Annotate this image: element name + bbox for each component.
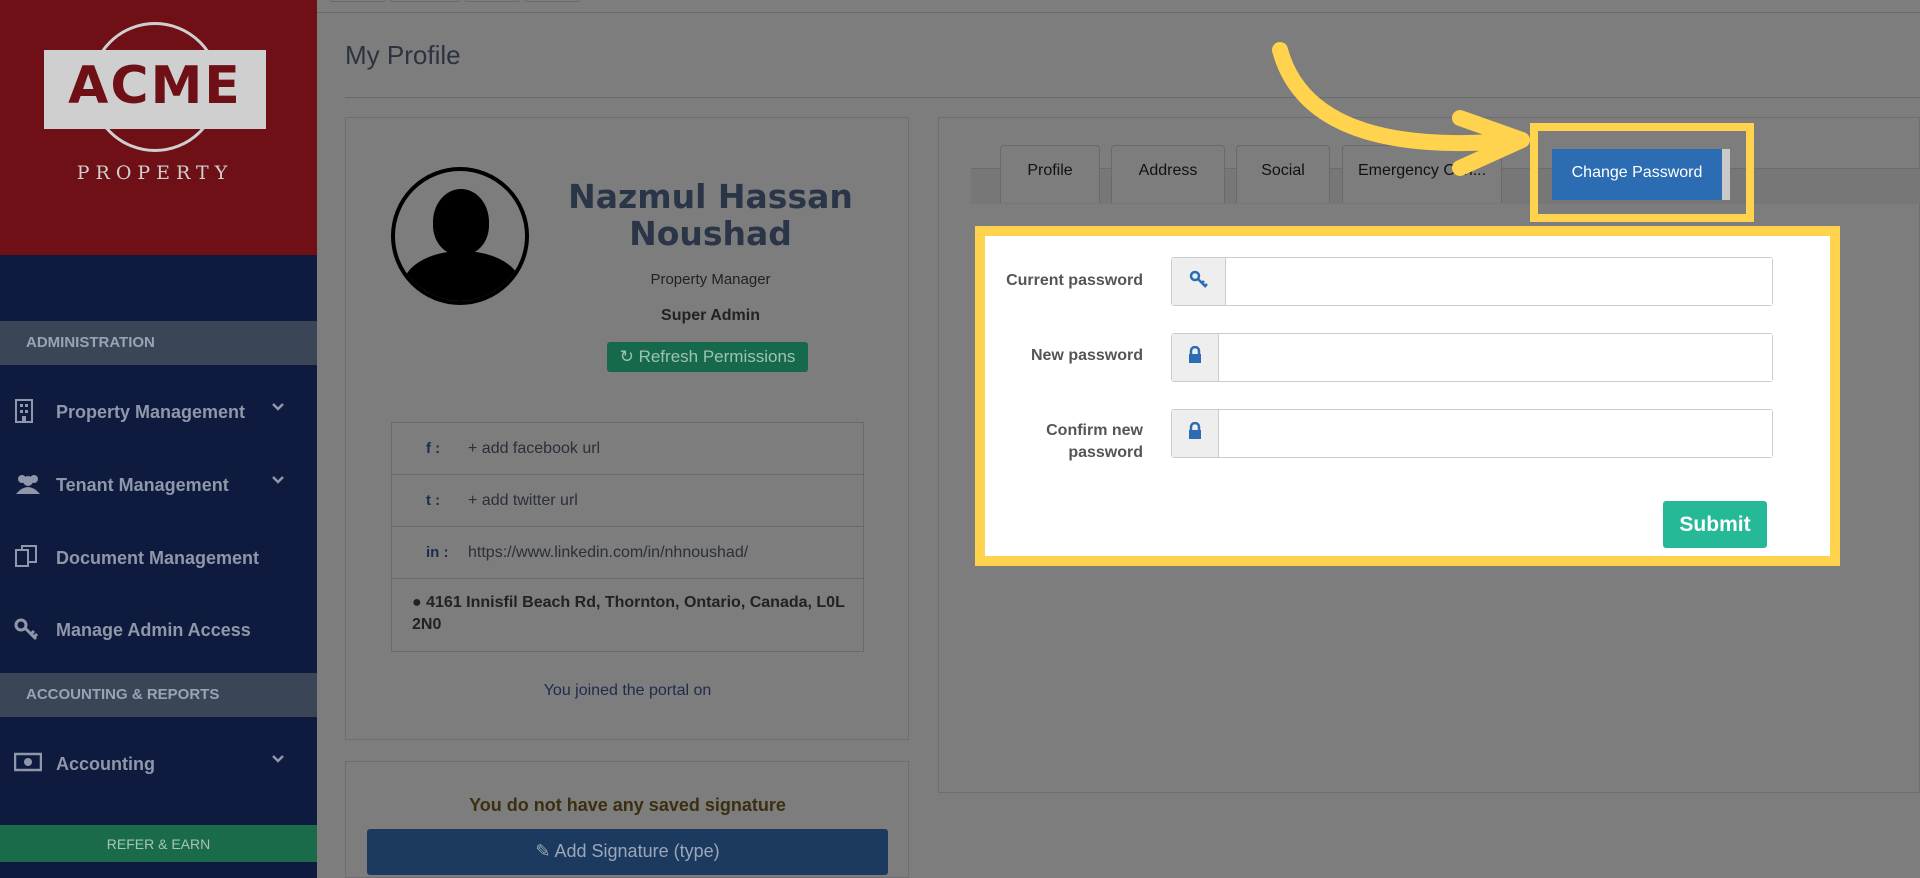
- edit-icon: ✎: [535, 841, 551, 861]
- add-signature-button[interactable]: ✎ Add Signature (type): [367, 829, 888, 875]
- new-password-group: [1171, 333, 1773, 382]
- chevron-down-icon: [270, 399, 286, 420]
- logo-tagline: PROPERTY: [76, 162, 234, 184]
- logo[interactable]: ACME PROPERTY: [0, 0, 317, 255]
- social-row-twitter[interactable]: t : + add twitter url: [392, 475, 863, 527]
- refresh-icon: ↻: [619, 347, 634, 366]
- address-text: ● 4161 Innisfil Beach Rd, Thornton, Onta…: [412, 592, 852, 636]
- lock-icon: [1172, 410, 1219, 457]
- twitter-url[interactable]: + add twitter url: [468, 492, 578, 510]
- sidebar-item-label: Manage Admin Access: [56, 620, 251, 640]
- current-password-label: Current password: [1006, 272, 1143, 289]
- new-password-label: New password: [1030, 347, 1143, 364]
- building-icon: [14, 399, 38, 423]
- sidebar-item-label: Tenant Management: [56, 475, 229, 495]
- sidebar: ACME PROPERTY ADMINISTRATION Property Ma…: [0, 0, 317, 878]
- add-signature-label: Add Signature (type): [554, 841, 720, 861]
- sidebar-item-accounting[interactable]: Accounting: [0, 739, 317, 789]
- confirm-password-label-line2: password: [1068, 444, 1143, 461]
- profile-admin-level: Super Admin: [661, 307, 760, 324]
- toolbar-button[interactable]: [330, 0, 385, 2]
- tab-profile[interactable]: Profile: [1000, 145, 1100, 203]
- sidebar-item-document-management[interactable]: Document Management: [0, 533, 317, 583]
- address-row: ● 4161 Innisfil Beach Rd, Thornton, Onta…: [392, 579, 863, 651]
- facebook-icon: f :: [426, 440, 441, 457]
- logo-plate: ACME: [44, 50, 266, 129]
- section-administration: ADMINISTRATION: [0, 321, 317, 365]
- profile-name: Nazmul Hassan Noushad: [553, 178, 868, 252]
- page-title: My Profile: [345, 40, 461, 70]
- key-icon: [14, 617, 39, 641]
- arrow-annotation-icon: [1272, 42, 1530, 176]
- social-row-facebook[interactable]: f : + add facebook url: [392, 423, 863, 475]
- facebook-url[interactable]: + add facebook url: [468, 440, 600, 458]
- refer-earn-button[interactable]: REFER & EARN: [0, 825, 317, 862]
- users-icon: [14, 472, 40, 496]
- divider: [345, 97, 1920, 98]
- tab-change-password[interactable]: Change Password: [1552, 149, 1730, 200]
- sidebar-item-label: Accounting: [56, 754, 155, 774]
- current-password-group: [1171, 257, 1773, 306]
- social-row-linkedin[interactable]: in : https://www.linkedin.com/in/nhnoush…: [392, 527, 863, 579]
- toolbar-button[interactable]: [465, 0, 520, 2]
- lock-icon: [1172, 334, 1219, 381]
- current-password-input[interactable]: [1226, 258, 1772, 305]
- sidebar-item-label: Property Management: [56, 402, 246, 422]
- section-accounting-reports: ACCOUNTING & REPORTS: [0, 673, 317, 717]
- linkedin-icon: in :: [426, 544, 449, 561]
- sidebar-item-label: Document Management: [56, 548, 260, 568]
- new-password-input[interactable]: [1219, 334, 1772, 381]
- confirm-password-group: [1171, 409, 1773, 458]
- chevron-down-icon: [270, 751, 286, 772]
- avatar[interactable]: [391, 167, 529, 305]
- profile-name-line2: Noushad: [629, 214, 792, 253]
- documents-icon: [14, 545, 38, 569]
- sidebar-item-manage-admin-access[interactable]: Manage Admin Access: [0, 605, 317, 655]
- refresh-permissions-button[interactable]: ↻ Refresh Permissions: [607, 342, 808, 372]
- tab-address[interactable]: Address: [1111, 145, 1225, 203]
- joined-text: You joined the portal on: [543, 682, 712, 699]
- confirm-password-label: Confirm new password: [993, 420, 1143, 464]
- money-icon: [13, 751, 43, 775]
- confirm-password-input[interactable]: [1219, 410, 1772, 457]
- map-marker-icon: ●: [412, 594, 422, 611]
- chevron-down-icon: [270, 472, 286, 493]
- twitter-icon: t :: [426, 492, 441, 509]
- address-value: 4161 Innisfil Beach Rd, Thornton, Ontari…: [412, 594, 845, 633]
- toolbar-button[interactable]: [390, 0, 460, 2]
- profile-name-line1: Nazmul Hassan: [568, 177, 853, 216]
- confirm-password-label-line1: Confirm new: [1046, 422, 1143, 439]
- sidebar-item-property-management[interactable]: Property Management: [0, 387, 317, 437]
- key-icon: [1172, 258, 1226, 305]
- signature-message: You do not have any saved signature: [469, 795, 786, 815]
- social-links: f : + add facebook url t : + add twitter…: [391, 422, 864, 652]
- top-toolbar: [317, 0, 1920, 13]
- profile-role: Property Manager: [650, 271, 771, 288]
- logo-text: ACME: [68, 56, 242, 116]
- refresh-permissions-label: Refresh Permissions: [638, 347, 796, 366]
- sidebar-item-tenant-management[interactable]: Tenant Management: [0, 460, 317, 510]
- submit-button[interactable]: Submit: [1663, 501, 1767, 548]
- toolbar-button[interactable]: [525, 0, 580, 2]
- linkedin-url[interactable]: https://www.linkedin.com/in/nhnoushad/: [468, 544, 748, 562]
